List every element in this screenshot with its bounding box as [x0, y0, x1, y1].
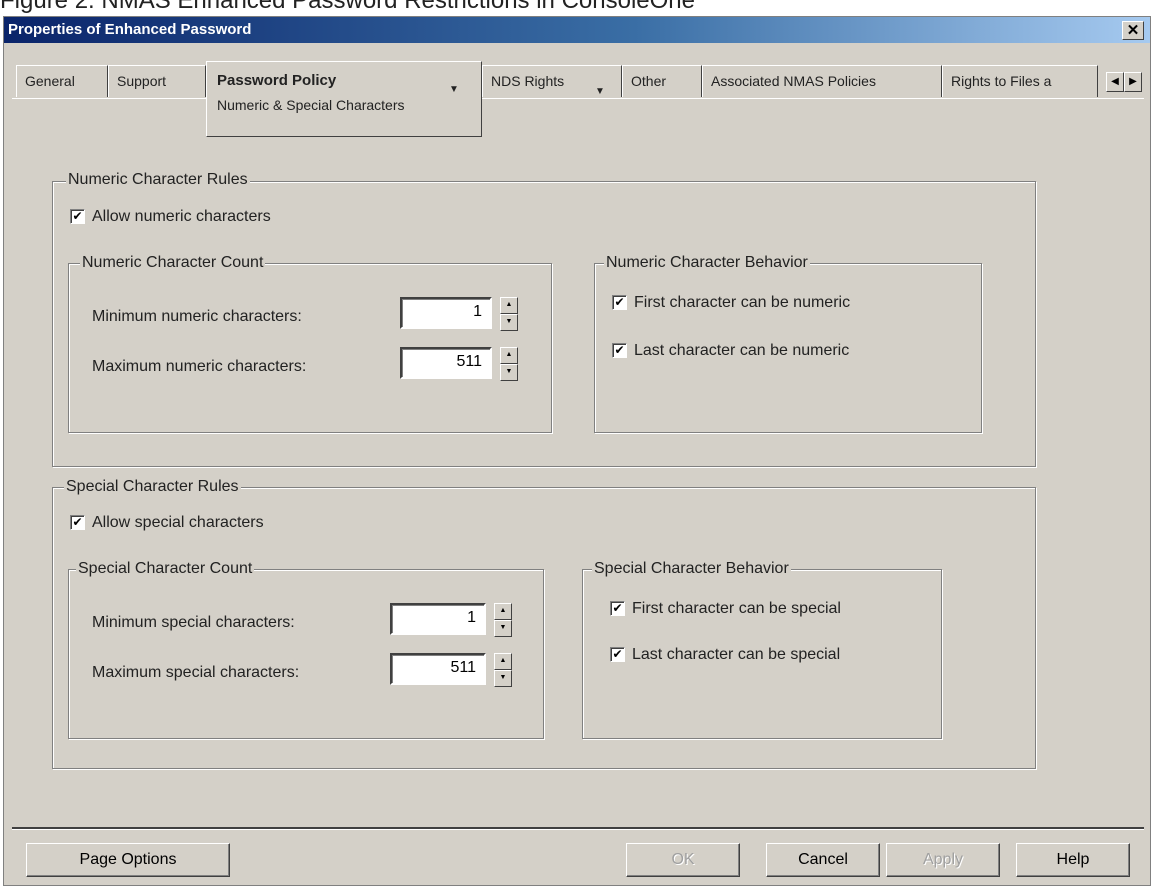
- min-numeric-spinner[interactable]: ▲ ▼: [500, 297, 518, 331]
- check-icon: ✔: [612, 601, 623, 615]
- max-numeric-label: Maximum numeric characters:: [92, 358, 307, 375]
- max-special-label: Maximum special characters:: [92, 664, 300, 681]
- title-bar[interactable]: Properties of Enhanced Password ✕: [4, 17, 1150, 43]
- max-numeric-spinner[interactable]: ▲ ▼: [500, 347, 518, 381]
- arrow-left-icon: ◀: [1111, 76, 1119, 87]
- max-special-field[interactable]: 511: [390, 653, 486, 685]
- min-special-spinner[interactable]: ▲ ▼: [494, 603, 512, 637]
- numeric-last-label: Last character can be numeric: [634, 342, 850, 359]
- allow-numeric-label: Allow numeric characters: [92, 208, 271, 225]
- tab-label: Password Policy: [217, 72, 337, 89]
- chevron-down-icon[interactable]: ▼: [449, 75, 459, 105]
- min-numeric-field[interactable]: 1: [400, 297, 492, 329]
- cancel-button[interactable]: Cancel: [766, 843, 880, 877]
- close-icon: ✕: [1126, 22, 1140, 39]
- page-options-button[interactable]: Page Options: [26, 843, 230, 877]
- properties-dialog: Properties of Enhanced Password ✕ Genera…: [3, 16, 1151, 886]
- min-numeric-label: Minimum numeric characters:: [92, 308, 302, 325]
- allow-numeric-checkbox[interactable]: ✔: [70, 209, 85, 224]
- tab-rights-to-files[interactable]: Rights to Files a: [942, 65, 1098, 97]
- tab-support[interactable]: Support: [108, 65, 206, 97]
- max-numeric-field[interactable]: 511: [400, 347, 492, 379]
- check-icon: ✔: [614, 295, 625, 309]
- ok-button[interactable]: OK: [626, 843, 740, 877]
- tab-sublabel: Numeric & Special Characters: [217, 97, 405, 113]
- min-special-field[interactable]: 1: [390, 603, 486, 635]
- tab-nds-rights[interactable]: NDS Rights ▼: [482, 65, 622, 97]
- special-count-title: Special Character Count: [76, 559, 255, 579]
- check-icon: ✔: [612, 647, 623, 661]
- help-button[interactable]: Help: [1016, 843, 1130, 877]
- max-special-spinner[interactable]: ▲ ▼: [494, 653, 512, 687]
- chevron-down-icon[interactable]: ▼: [595, 77, 605, 97]
- check-icon: ✔: [614, 343, 625, 357]
- numeric-first-checkbox[interactable]: ✔: [612, 295, 627, 310]
- spin-up-icon[interactable]: ▲: [494, 603, 512, 620]
- special-first-label: First character can be special: [632, 600, 841, 617]
- numeric-rules-title: Numeric Character Rules: [66, 170, 250, 190]
- document-caption: Figure 2. NMAS Enhanced Password Restric…: [0, 0, 695, 14]
- numeric-behavior-title: Numeric Character Behavior: [604, 253, 810, 273]
- arrow-right-icon: ▶: [1129, 76, 1137, 87]
- close-button[interactable]: ✕: [1122, 21, 1144, 40]
- tab-label: Support: [117, 73, 167, 89]
- tab-panel-edge: [12, 98, 1144, 100]
- tab-label: Rights to Files a: [951, 73, 1052, 89]
- tab-general[interactable]: General: [16, 65, 108, 97]
- tab-label: Other: [631, 73, 667, 89]
- numeric-last-checkbox[interactable]: ✔: [612, 343, 627, 358]
- tab-scroll-right-button[interactable]: ▶: [1124, 72, 1142, 92]
- tab-scroll-left-button[interactable]: ◀: [1106, 72, 1124, 92]
- tab-associated-nmas-policies[interactable]: Associated NMAS Policies: [702, 65, 942, 97]
- special-behavior-title: Special Character Behavior: [592, 559, 791, 579]
- special-last-checkbox[interactable]: ✔: [610, 647, 625, 662]
- allow-special-label: Allow special characters: [92, 514, 264, 531]
- spin-down-icon[interactable]: ▼: [500, 314, 518, 331]
- spin-up-icon[interactable]: ▲: [500, 347, 518, 364]
- button-bar-separator: [12, 827, 1144, 830]
- tab-label: NDS Rights: [491, 73, 565, 89]
- spin-up-icon[interactable]: ▲: [500, 297, 518, 314]
- spin-up-icon[interactable]: ▲: [494, 653, 512, 670]
- special-last-label: Last character can be special: [632, 646, 841, 663]
- special-first-checkbox[interactable]: ✔: [610, 601, 625, 616]
- spin-down-icon[interactable]: ▼: [494, 670, 512, 687]
- numeric-count-title: Numeric Character Count: [80, 253, 266, 273]
- tab-label: Associated NMAS Policies: [711, 73, 876, 89]
- window-title: Properties of Enhanced Password: [8, 21, 252, 38]
- spin-down-icon[interactable]: ▼: [500, 364, 518, 381]
- tab-other[interactable]: Other: [622, 65, 702, 97]
- special-rules-title: Special Character Rules: [64, 477, 241, 497]
- tab-label: General: [25, 73, 75, 89]
- allow-special-checkbox[interactable]: ✔: [70, 515, 85, 530]
- check-icon: ✔: [72, 209, 83, 223]
- tab-password-policy[interactable]: Password Policy ▼ Numeric & Special Char…: [206, 61, 482, 137]
- min-special-label: Minimum special characters:: [92, 614, 295, 631]
- numeric-first-label: First character can be numeric: [634, 294, 851, 311]
- apply-button[interactable]: Apply: [886, 843, 1000, 877]
- check-icon: ✔: [72, 515, 83, 529]
- spin-down-icon[interactable]: ▼: [494, 620, 512, 637]
